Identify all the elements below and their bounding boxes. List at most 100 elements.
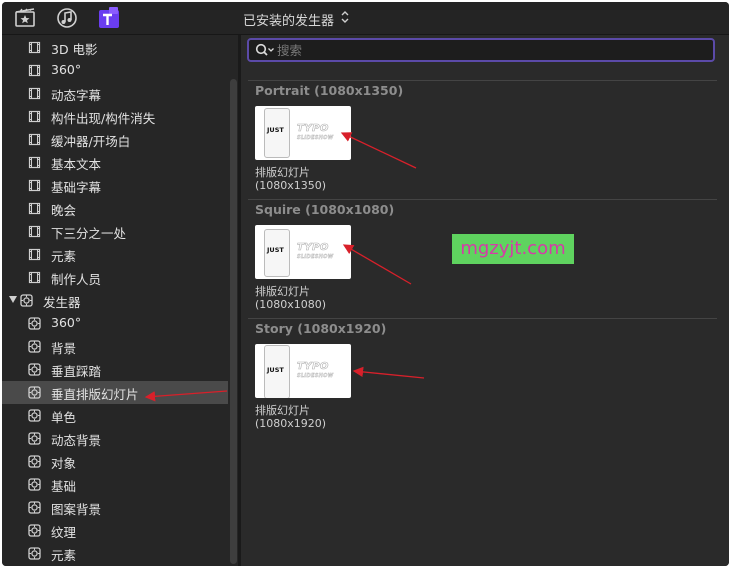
film-frame-icon <box>28 179 41 192</box>
section-title: Portrait (1080x1350) <box>255 83 404 98</box>
film-frame-icon <box>28 133 41 146</box>
sidebar-item-label: 360° <box>51 62 82 77</box>
generator-size: (1080x1080) <box>255 298 327 311</box>
film-frame-icon <box>28 110 41 123</box>
generators-grid-pane: Portrait (1080x1350) JUST TYPO SLIDESHOW… <box>241 35 729 566</box>
titles-t-icon[interactable] <box>98 7 120 29</box>
sidebar-group-generators[interactable]: 发生器 <box>2 289 228 312</box>
generator-thumbnail[interactable]: JUST TYPO SLIDESHOW <box>255 106 351 160</box>
thumb-just-text: JUST <box>267 366 284 374</box>
sidebar-item[interactable]: 纹理 <box>2 519 228 542</box>
film-frame-icon <box>28 248 41 261</box>
sidebar-item-label: 360° <box>51 315 82 330</box>
thumb-just-text: JUST <box>267 126 284 134</box>
sidebar-item-label: 下三分之一处 <box>51 226 127 241</box>
sidebar-item-label: 基础字幕 <box>51 180 102 195</box>
sidebar-item-label: 垂直踩踏 <box>51 364 102 379</box>
search-input[interactable] <box>277 41 697 59</box>
sidebar-item[interactable]: 元素 <box>2 542 228 565</box>
thumb-slideshow-text: SLIDESHOW <box>297 254 334 260</box>
sidebar-item-label: 动态字幕 <box>51 88 102 103</box>
generator-name: 排版幻灯片 <box>255 166 310 179</box>
generator-icon <box>28 409 41 422</box>
sidebar-item[interactable]: 单色 <box>2 404 228 427</box>
sidebar-item[interactable]: 基础字幕 <box>2 174 228 197</box>
thumb-slideshow-text: SLIDESHOW <box>297 135 334 141</box>
sidebar-item-label: 基础 <box>51 479 77 494</box>
generator-name: 排版幻灯片 <box>255 404 310 417</box>
thumb-slideshow-text: SLIDESHOW <box>297 373 334 379</box>
section-title: Story (1080x1920) <box>255 321 387 336</box>
generator-item-label[interactable]: 排版幻灯片 (1080x1920) <box>255 404 326 430</box>
sidebar-item[interactable]: 晚会 <box>2 197 228 220</box>
sidebar-item[interactable]: 背景 <box>2 335 228 358</box>
sidebar-item-label: 单色 <box>51 410 77 425</box>
sidebar-item-label: 基本文本 <box>51 157 102 172</box>
sidebar-item[interactable]: 构件出现/构件消失 <box>2 105 228 128</box>
film-frame-icon <box>28 202 41 215</box>
sidebar-item[interactable]: 下三分之一处 <box>2 220 228 243</box>
generator-icon <box>28 524 41 537</box>
sidebar-item[interactable]: 基础 <box>2 473 228 496</box>
sidebar-item-label: 元素 <box>51 249 77 264</box>
sidebar-item-label: 3D 电影 <box>51 42 98 57</box>
search-field[interactable] <box>247 38 715 62</box>
search-icon[interactable] <box>255 43 275 57</box>
sidebar-item-label: 动态背景 <box>51 433 102 448</box>
section-title: Squire (1080x1080) <box>255 202 395 217</box>
sidebar-item[interactable]: 基本文本 <box>2 151 228 174</box>
sidebar-item-label: 晚会 <box>51 203 77 218</box>
generator-icon <box>28 478 41 491</box>
music-note-icon[interactable] <box>56 7 78 29</box>
sidebar-item[interactable]: 3D 电影 <box>2 36 228 59</box>
sidebar-scrollbar[interactable] <box>230 79 237 564</box>
generator-icon <box>28 455 41 468</box>
sidebar-item-label: 发生器 <box>43 295 81 310</box>
section-divider <box>248 199 717 200</box>
generator-icon <box>28 432 41 445</box>
browser-title[interactable]: 已安装的发生器 <box>243 10 334 29</box>
thumb-typo-text: TYPO <box>297 361 329 373</box>
sidebar-item[interactable]: 垂直踩踏 <box>2 358 228 381</box>
sidebar-item-label: 元素 <box>51 548 77 563</box>
clapboard-star-icon[interactable] <box>14 7 36 29</box>
generator-item-label[interactable]: 排版幻灯片 (1080x1350) <box>255 166 326 192</box>
film-frame-icon <box>28 225 41 238</box>
generator-icon <box>28 547 41 560</box>
sidebar-item-label: 背景 <box>51 341 77 356</box>
sidebar-item-label: 图案背景 <box>51 502 102 517</box>
sidebar-item[interactable]: 360° <box>2 312 228 335</box>
disclosure-triangle-icon[interactable] <box>9 296 17 303</box>
section-divider <box>248 318 717 319</box>
sidebar-item-label: 构件出现/构件消失 <box>51 111 156 126</box>
generator-item-label[interactable]: 排版幻灯片 (1080x1080) <box>255 285 326 311</box>
film-frame-icon <box>28 156 41 169</box>
generator-thumbnail[interactable]: JUST TYPO SLIDESHOW <box>255 344 351 398</box>
sidebar-item[interactable]: 动态字幕 <box>2 82 228 105</box>
sidebar-item-label: 垂直排版幻灯片 <box>51 387 139 402</box>
generator-icon <box>28 317 41 330</box>
generator-icon <box>28 501 41 514</box>
sidebar-item[interactable]: 垂直排版幻灯片 <box>2 381 228 404</box>
generator-icon <box>28 363 41 376</box>
sidebar-item[interactable]: 缓冲器/开场白 <box>2 128 228 151</box>
film-frame-icon <box>28 41 41 54</box>
sidebar-item[interactable]: 元素 <box>2 243 228 266</box>
sidebar-item-label: 对象 <box>51 456 77 471</box>
generator-size: (1080x1920) <box>255 417 327 430</box>
generator-name: 排版幻灯片 <box>255 285 310 298</box>
sidebar-item[interactable]: 制作人员 <box>2 266 228 289</box>
chevron-updown-icon[interactable] <box>340 10 350 24</box>
sidebar-item[interactable]: 图案背景 <box>2 496 228 519</box>
sidebar: 3D 电影 360° 动态字幕构件出现/构件消失缓冲器/开场白基本文本基础字幕晚会下… <box>2 35 238 566</box>
film-frame-icon <box>28 64 41 77</box>
generator-icon <box>28 340 41 353</box>
watermark: mgzyjt.com <box>452 234 574 264</box>
sidebar-item[interactable]: 对象 <box>2 450 228 473</box>
generator-thumbnail[interactable]: JUST TYPO SLIDESHOW <box>255 225 351 279</box>
sidebar-item[interactable]: 360° <box>2 59 228 82</box>
film-frame-icon <box>28 87 41 100</box>
generator-size: (1080x1350) <box>255 179 327 192</box>
film-frame-icon <box>28 271 41 284</box>
sidebar-item[interactable]: 动态背景 <box>2 427 228 450</box>
